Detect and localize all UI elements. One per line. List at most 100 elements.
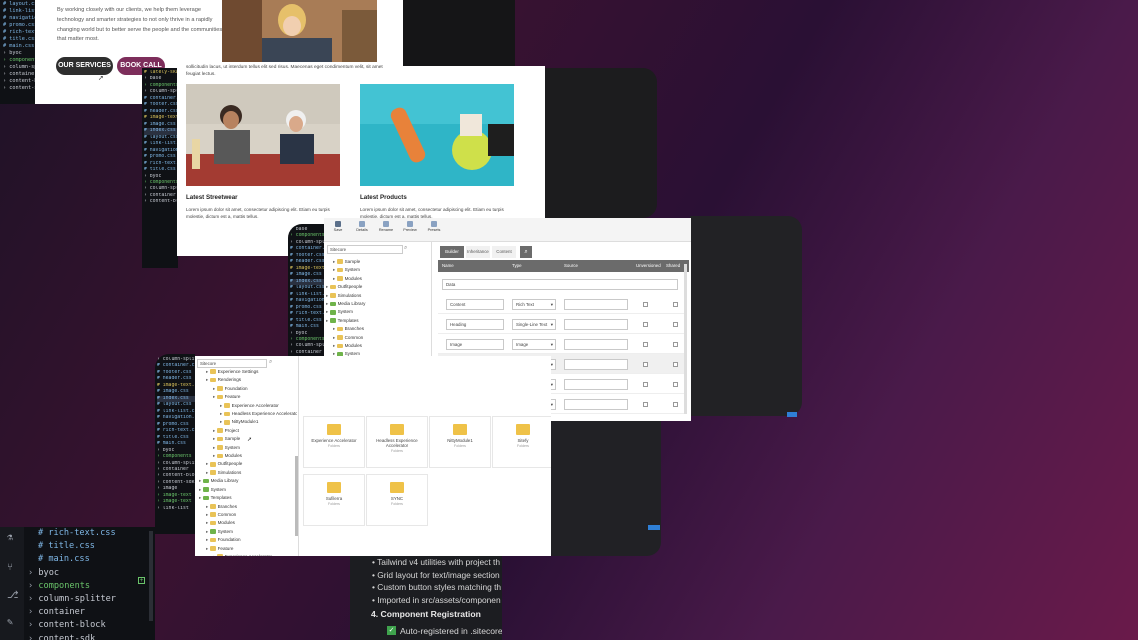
file-tree-item[interactable]: # navigation.css (157, 415, 195, 421)
ribbon-button-presets[interactable]: Presets (424, 221, 444, 232)
explorer-search-input[interactable]: Sitecore (197, 359, 267, 368)
file-tree-item[interactable]: › column-splitter (3, 64, 36, 71)
cms-tree-item[interactable]: ▸ Outfitpeople (199, 460, 297, 468)
ribbon-button-details[interactable]: Details (352, 221, 372, 232)
shared-checkbox[interactable] (673, 342, 678, 347)
unversioned-checkbox[interactable] (643, 382, 648, 387)
file-tree-item[interactable]: # navigation.css (290, 298, 324, 304)
cms-tree-item[interactable]: ▸ System (199, 528, 297, 536)
folder-tile[interactable]: Headless Experience Accelerator Folders (366, 416, 428, 468)
file-tree-item[interactable]: # header.css (290, 259, 324, 265)
cms-tree-item[interactable]: ▸ Modules (199, 519, 297, 527)
field-source-input[interactable] (564, 399, 628, 410)
shared-checkbox[interactable] (673, 382, 678, 387)
cms-tree-item[interactable]: ▸ System (199, 444, 297, 452)
file-tree-item[interactable]: # header.css (157, 376, 195, 382)
cms-tree-item[interactable]: ▸ Media Library (199, 477, 297, 485)
folder-tile[interactable]: Experience Accelerator Folders (303, 416, 365, 468)
editor-scrollbar[interactable] (149, 531, 153, 621)
file-tree-item[interactable]: › content-block (157, 473, 195, 479)
shared-checkbox[interactable] (673, 302, 678, 307)
cms-tree-item[interactable]: ▸ Foundation (199, 536, 297, 544)
file-tree-item[interactable]: › column-splitter (144, 89, 178, 95)
file-tree-item[interactable]: # rich-text.css (157, 428, 195, 434)
field-source-input[interactable] (564, 339, 628, 350)
cms-tree-item[interactable]: ▸ Experience Accelerator (199, 553, 297, 556)
file-tree-item[interactable]: › content-block (3, 78, 36, 85)
file-tree-item[interactable]: # rich-text.css (3, 29, 36, 36)
cms-tree-item[interactable]: ▸ System (326, 266, 430, 274)
file-tree-item[interactable]: # navigation.css (3, 15, 36, 22)
field-type-select[interactable]: Rich Text ▾ (512, 299, 556, 310)
file-tree-item[interactable]: # title.css (28, 540, 148, 553)
cms-tree-item[interactable]: ▸ System (199, 486, 297, 494)
file-tree-item[interactable]: # link-list.css (144, 141, 178, 147)
file-tree-item[interactable]: › content-sdk (28, 633, 148, 640)
file-tree-item[interactable]: # link-list.css (3, 8, 36, 15)
cms-tree-item[interactable]: ▸ Feature (199, 545, 297, 553)
tree-search-icon[interactable]: ⌕ (404, 245, 407, 252)
field-name-input[interactable]: Heading (446, 319, 504, 330)
shared-checkbox[interactable] (673, 322, 678, 327)
file-tree-item[interactable]: # container.css (157, 363, 195, 369)
file-tree-item[interactable]: # image-text (144, 115, 178, 121)
cms-tree-item[interactable]: ▸ Modules (326, 342, 430, 350)
field-name-input[interactable]: Content (446, 299, 504, 310)
file-tree-item[interactable]: › column-splitter (157, 461, 195, 467)
file-tree-item[interactable]: › content-sdk (3, 85, 36, 92)
field-source-input[interactable] (564, 319, 628, 330)
our-services-button[interactable]: OUR SERVICES (56, 57, 113, 75)
cms-tree-item[interactable]: ▸ Branches (199, 503, 297, 511)
file-tree-item[interactable]: › column-splitter (290, 343, 324, 349)
cms-tree-item[interactable]: ▸ Renderings (199, 376, 297, 384)
cms-tree-item[interactable]: ▸ Project (199, 427, 297, 435)
cms-tree-item[interactable]: ▸ Outfitpeople (326, 283, 430, 291)
cms-tree-item[interactable]: ▸ Templates (199, 494, 297, 502)
file-tree-item[interactable]: › column-splitter (28, 593, 148, 606)
field-type-select[interactable]: Image ▾ (512, 339, 556, 350)
file-tree-item[interactable]: › byoc (3, 50, 36, 57)
file-tree-item[interactable]: # main.css (28, 553, 148, 566)
cms-tree-item[interactable]: ▸ Simulations (199, 469, 297, 477)
shared-checkbox[interactable] (673, 402, 678, 407)
cms-tree-item[interactable]: ▸ Headless Experience Accelerator (199, 410, 297, 418)
file-tree-item[interactable]: # layout.css (157, 402, 195, 408)
file-tree-item[interactable]: › components (28, 580, 148, 593)
field-name-input[interactable]: Image (446, 339, 504, 350)
unversioned-checkbox[interactable] (643, 402, 648, 407)
tab-search-icon[interactable]: ⌕ (520, 246, 532, 258)
section-data-input[interactable]: Data (442, 279, 678, 290)
cms-tree-item[interactable]: ▸ Experience Settings (199, 368, 297, 376)
file-tree-item[interactable]: # layout.css (3, 1, 36, 8)
flask-icon[interactable]: ⚗ (7, 532, 13, 543)
cms-tree-item[interactable]: ▸ Common (326, 334, 430, 342)
shared-checkbox[interactable] (673, 362, 678, 367)
file-tree-item[interactable]: # main.css (3, 43, 36, 50)
file-tree-item[interactable]: › link-list (157, 506, 195, 512)
file-tree-item[interactable]: # promo.css (144, 154, 178, 160)
file-tree-item[interactable]: › container (3, 71, 36, 78)
file-tree-item[interactable]: # title.css (3, 36, 36, 43)
field-type-select[interactable]: Single-Line Text▾ (512, 319, 556, 330)
field-source-input[interactable] (564, 359, 628, 370)
file-tree-item[interactable]: › components (290, 233, 324, 239)
cms-tree-item[interactable]: ▸ System (326, 308, 430, 316)
file-tree-item[interactable]: › byoc (28, 567, 148, 580)
ribbon-button-save[interactable]: Save (328, 221, 348, 232)
cms-tree-item[interactable]: ▸ Branches (326, 325, 430, 333)
unversioned-checkbox[interactable] (643, 322, 648, 327)
cms-tree-item[interactable]: ▸ Media Library (326, 300, 430, 308)
file-tree-item[interactable]: › content-block (28, 619, 148, 632)
file-tree-item[interactable]: # index.css (144, 128, 178, 135)
cms-tree-item[interactable]: ▸ Sample (326, 258, 430, 266)
cms-tree-item[interactable]: ▸ Modules (199, 452, 297, 460)
unversioned-checkbox[interactable] (643, 362, 648, 367)
field-source-input[interactable] (564, 299, 628, 310)
unversioned-checkbox[interactable] (643, 342, 648, 347)
explorer-search-icon[interactable]: ⌕ (269, 359, 272, 366)
file-tree-item[interactable]: # promo.css (3, 22, 36, 29)
cms-tree-item[interactable]: ▸ Templates (326, 317, 430, 325)
file-tree-item[interactable]: › column-splitter (144, 186, 178, 192)
cms-tree-item[interactable]: ▸ Common (199, 511, 297, 519)
folder-tile[interactable]: Sitefy Folders (492, 416, 551, 468)
